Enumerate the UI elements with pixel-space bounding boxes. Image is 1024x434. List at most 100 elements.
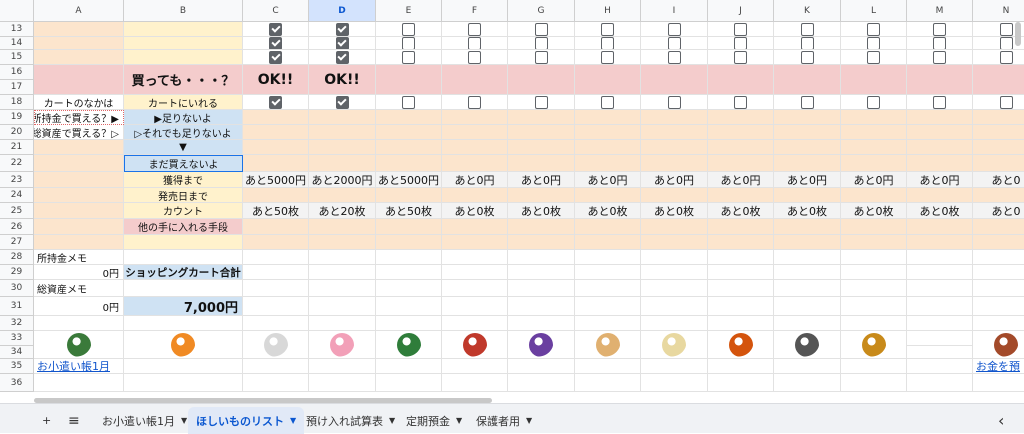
grid-cell[interactable] [575,80,641,95]
grid-cell[interactable] [641,155,708,172]
grid-cell[interactable] [508,297,575,316]
remaining-amount-cell[interactable]: あと0円 [907,172,973,188]
grid-cell[interactable] [973,316,1024,331]
remaining-amount-cell[interactable]: あと0円 [708,172,774,188]
row-header-35[interactable]: 35 [0,359,34,374]
checkbox-cell[interactable] [774,22,841,37]
grid-cell[interactable] [34,172,124,188]
checkbox-cell[interactable] [575,37,641,50]
checkbox-unchecked[interactable] [534,22,548,36]
grid-cell[interactable] [508,250,575,265]
grid-cell[interactable] [708,188,774,203]
grid-cell[interactable] [243,235,309,250]
grid-cell[interactable] [641,140,708,155]
grid-cell[interactable] [774,265,841,280]
grid-cell[interactable] [973,297,1024,316]
grid-cell[interactable] [243,250,309,265]
grid-cell[interactable] [243,125,309,140]
grid-cell[interactable] [708,110,774,125]
figure-cell[interactable] [774,331,841,359]
grid-cell[interactable] [376,188,442,203]
checkbox-checked[interactable] [335,37,349,49]
remaining-count-cell[interactable]: あと50枚 [376,203,442,219]
remaining-count-cell[interactable]: あと0枚 [774,203,841,219]
grid-cell[interactable] [841,80,907,95]
grid-cell[interactable] [376,374,442,392]
grid-cell[interactable] [243,188,309,203]
count-cell[interactable]: カウント [124,203,243,219]
remaining-count-cell[interactable]: あと0枚 [442,203,508,219]
checkbox-unchecked[interactable] [667,95,681,109]
grid-cell[interactable] [973,110,1024,125]
remaining-count-cell[interactable]: あと0枚 [641,203,708,219]
grid-cell[interactable] [708,155,774,172]
grid-cell[interactable] [442,316,508,331]
chevron-down-icon[interactable]: ▼ [526,416,532,425]
row-header-28[interactable]: 28 [0,250,34,265]
grid-cell[interactable] [34,155,124,172]
checkbox-unchecked[interactable] [867,22,880,36]
checkbox-cell[interactable] [841,95,907,110]
checkbox-unchecked[interactable] [867,50,880,64]
remaining-count-cell[interactable]: あと0枚 [907,203,973,219]
row-header-23[interactable]: 23 [0,172,34,188]
grid-cell[interactable] [508,219,575,235]
checkbox-cell[interactable] [309,95,376,110]
row-header-24[interactable]: 24 [0,188,34,203]
grid-cell[interactable] [243,297,309,316]
checkbox-unchecked[interactable] [468,22,481,36]
row-header-18[interactable]: 18 [0,95,34,110]
grid-cell[interactable] [774,188,841,203]
checkbox-unchecked[interactable] [933,37,946,49]
funds-question-cell[interactable]: 所持金で買える？▶ [34,110,124,125]
chevron-down-icon[interactable]: ▼ [290,416,296,425]
row-header-32[interactable]: 32 [0,316,34,331]
grid-cell[interactable] [575,265,641,280]
grid-cell[interactable] [508,316,575,331]
figure-cell[interactable] [243,331,309,359]
checkbox-cell[interactable] [575,95,641,110]
checkbox-unchecked[interactable] [999,22,1013,36]
checkbox-cell[interactable] [376,22,442,37]
grid-cell[interactable] [708,140,774,155]
chevron-down-icon[interactable]: ▼ [389,416,395,425]
grid-cell[interactable] [309,110,376,125]
grid-cell[interactable] [641,80,708,95]
remaining-amount-cell[interactable]: あと5000円 [243,172,309,188]
grid-cell[interactable] [376,297,442,316]
assets-question-cell[interactable]: 総資産で買える？▷ [34,125,124,140]
grid-cell[interactable] [508,65,575,80]
grid-cell[interactable] [973,65,1024,80]
grid-cell[interactable] [774,359,841,374]
grid-cell[interactable] [708,65,774,80]
chevron-down-icon[interactable]: ▼ [181,416,187,425]
grid-cell[interactable] [243,280,309,297]
checkbox-unchecked[interactable] [800,22,814,36]
grid-cell[interactable] [243,374,309,392]
grid-cell[interactable] [708,359,774,374]
grid-cell[interactable] [907,125,973,140]
grid-cell[interactable] [243,155,309,172]
column-header-j[interactable]: J [708,0,774,22]
grid-cell[interactable] [841,374,907,392]
grid-cell[interactable] [907,316,973,331]
row-header-25[interactable]: 25 [0,203,34,219]
grid-cell[interactable] [774,250,841,265]
remaining-count-cell[interactable]: あと0枚 [708,203,774,219]
checkbox-unchecked[interactable] [999,95,1013,109]
checkbox-unchecked[interactable] [933,22,946,36]
grid-cell[interactable] [973,280,1024,297]
row-header-27[interactable]: 27 [0,235,34,250]
checkbox-unchecked[interactable] [468,37,481,49]
checkbox-cell[interactable] [442,95,508,110]
checkbox-cell[interactable] [907,95,973,110]
checkbox-checked[interactable] [269,22,282,36]
checkbox-cell[interactable] [309,50,376,65]
grid-cell[interactable] [309,125,376,140]
checkbox-cell[interactable] [774,37,841,50]
checkbox-cell[interactable] [708,37,774,50]
remaining-amount-cell[interactable]: あと0円 [508,172,575,188]
grid-cell[interactable] [973,140,1024,155]
grid-cell[interactable] [774,140,841,155]
checkbox-unchecked[interactable] [534,50,548,64]
